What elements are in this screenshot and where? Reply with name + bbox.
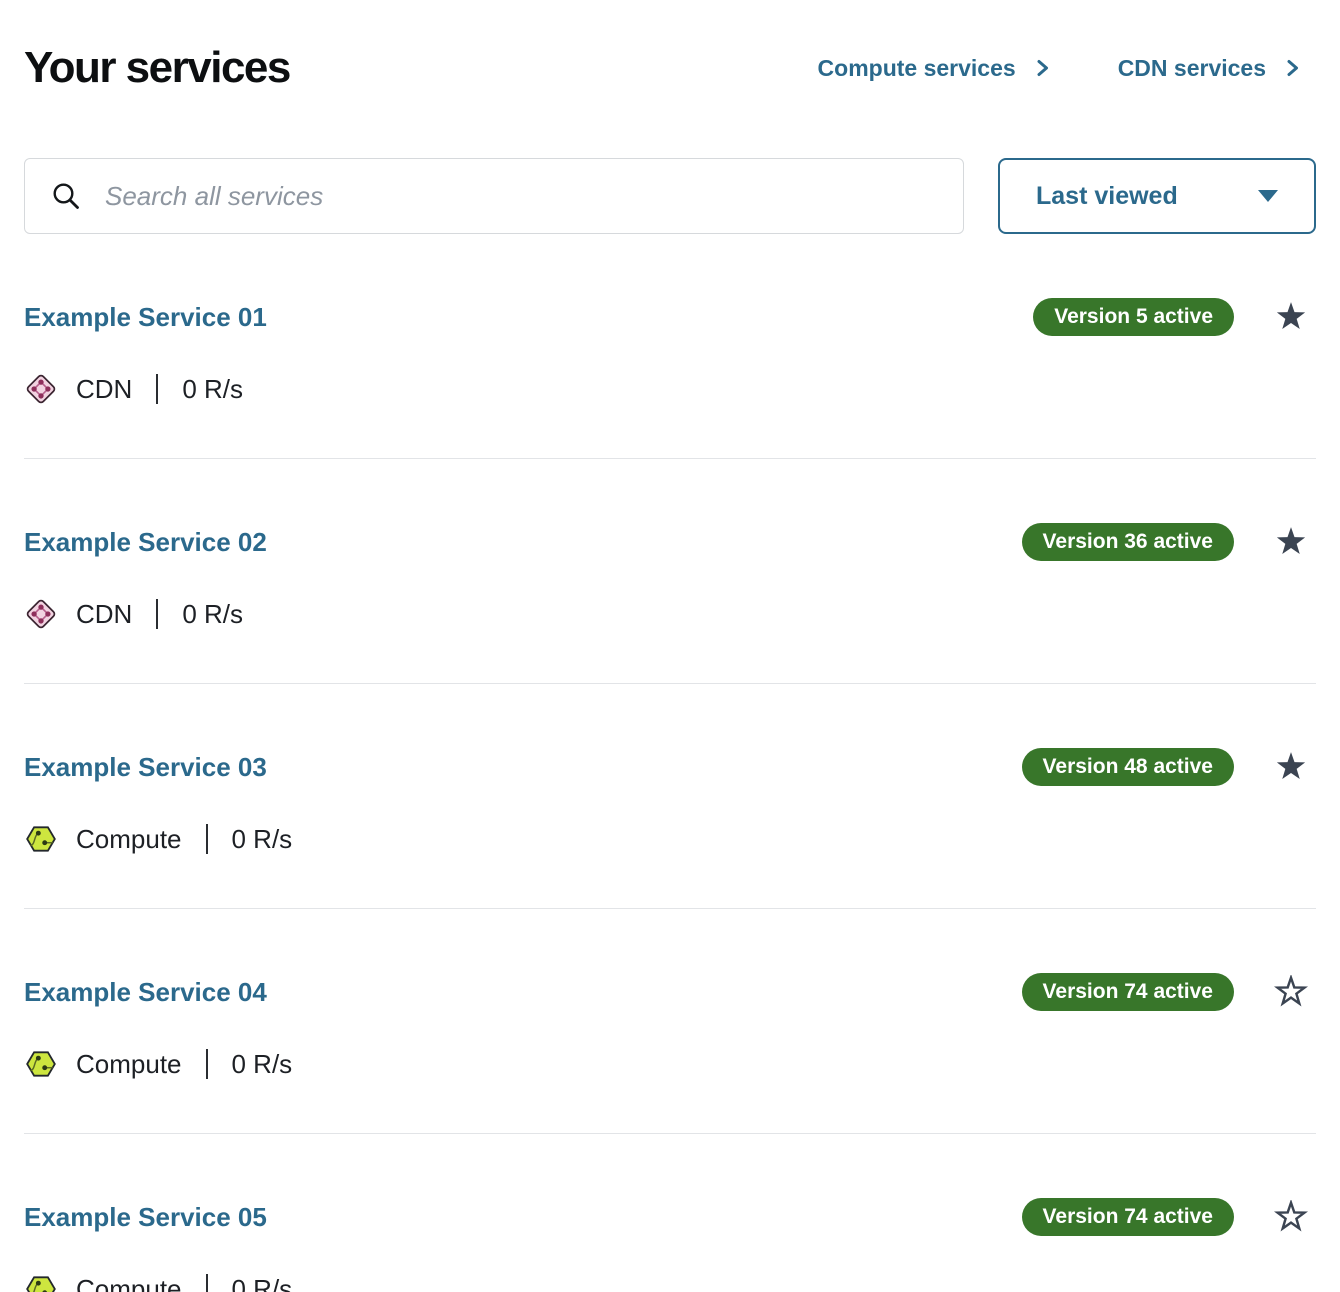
meta-divider: [206, 1049, 208, 1079]
service-type-label: Compute: [76, 1049, 182, 1080]
request-rate: 0 R/s: [182, 374, 243, 405]
service-name-link[interactable]: Example Service 03: [24, 752, 267, 782]
request-rate: 0 R/s: [232, 1049, 293, 1080]
nav-link-cdn-services[interactable]: CDN services: [1118, 55, 1302, 82]
service-type-label: Compute: [76, 1274, 182, 1292]
service-list: Example Service 01 Version 5 active CDN …: [24, 234, 1316, 1292]
page-title: Your services: [24, 44, 290, 92]
service-row: Example Service 03 Version 48 active Com…: [24, 684, 1316, 909]
services-page: Your services Compute services CDN servi…: [0, 0, 1340, 1292]
star-button[interactable]: [1274, 750, 1308, 784]
cdn-icon: [24, 597, 58, 631]
compute-icon: [24, 1272, 58, 1292]
service-row: Example Service 04 Version 74 active Com…: [24, 909, 1316, 1134]
compute-icon: [24, 1047, 58, 1081]
version-badge: Version 74 active: [1022, 1198, 1234, 1236]
star-button[interactable]: [1274, 1200, 1308, 1234]
version-badge: Version 36 active: [1022, 523, 1234, 561]
service-type-label: Compute: [76, 824, 182, 855]
meta-divider: [206, 824, 208, 854]
service-name-link[interactable]: Example Service 02: [24, 527, 267, 557]
request-rate: 0 R/s: [232, 1274, 293, 1292]
star-filled-icon: [1274, 300, 1308, 334]
request-rate: 0 R/s: [232, 824, 293, 855]
version-badge: Version 74 active: [1022, 973, 1234, 1011]
star-button[interactable]: [1274, 300, 1308, 334]
meta-divider: [156, 599, 158, 629]
version-badge: Version 5 active: [1033, 298, 1234, 336]
chevron-right-icon: [1282, 58, 1302, 78]
chevron-right-icon: [1032, 58, 1052, 78]
service-row: Example Service 02 Version 36 active CDN…: [24, 459, 1316, 684]
service-name-link[interactable]: Example Service 05: [24, 1202, 267, 1232]
star-outline-icon: [1274, 1200, 1308, 1234]
sort-dropdown-button[interactable]: Last viewed: [998, 158, 1316, 234]
meta-divider: [206, 1274, 208, 1292]
service-row: Example Service 05 Version 74 active Com…: [24, 1134, 1316, 1292]
service-type-label: CDN: [76, 599, 132, 630]
star-filled-icon: [1274, 525, 1308, 559]
cdn-icon: [24, 372, 58, 406]
header-nav: Compute services CDN services: [818, 55, 1316, 82]
star-button[interactable]: [1274, 525, 1308, 559]
star-filled-icon: [1274, 750, 1308, 784]
service-name-link[interactable]: Example Service 01: [24, 302, 267, 332]
nav-link-compute-services[interactable]: Compute services: [818, 55, 1052, 82]
nav-link-label: Compute services: [818, 55, 1016, 82]
search-icon: [51, 181, 81, 211]
toolbar: Last viewed: [24, 158, 1316, 234]
request-rate: 0 R/s: [182, 599, 243, 630]
sort-selected-label: Last viewed: [1036, 182, 1178, 211]
search-input[interactable]: [103, 180, 937, 213]
search-box: [24, 158, 964, 234]
star-button[interactable]: [1274, 975, 1308, 1009]
page-header: Your services Compute services CDN servi…: [24, 44, 1316, 92]
service-row: Example Service 01 Version 5 active CDN …: [24, 234, 1316, 459]
service-type-label: CDN: [76, 374, 132, 405]
meta-divider: [156, 374, 158, 404]
version-badge: Version 48 active: [1022, 748, 1234, 786]
nav-link-label: CDN services: [1118, 55, 1266, 82]
chevron-down-icon: [1258, 190, 1278, 202]
star-outline-icon: [1274, 975, 1308, 1009]
compute-icon: [24, 822, 58, 856]
service-name-link[interactable]: Example Service 04: [24, 977, 267, 1007]
